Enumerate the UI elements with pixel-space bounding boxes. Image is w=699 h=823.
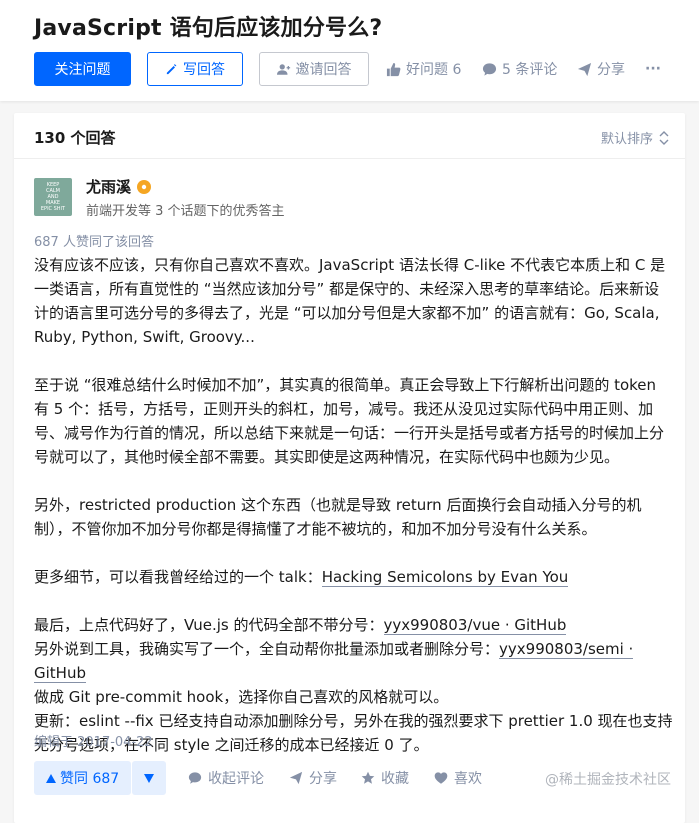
paragraph-4-text: 更多细节，可以看我曾经给过的一个 talk： [34, 568, 322, 586]
star-icon [361, 771, 375, 784]
share-question-label: 分享 [597, 62, 625, 78]
answers-header: 130 个回答 默认排序 [14, 113, 685, 159]
collapse-comments-button[interactable]: 收起评论 [188, 761, 264, 795]
write-answer-label: 写回答 [183, 62, 225, 78]
heart-icon [434, 772, 448, 784]
author-name[interactable]: 尤雨溪 [86, 176, 131, 197]
comments-button[interactable]: 5 条评论 [482, 52, 557, 86]
paragraph-1: 没有应该不应该，只有你自己喜欢不喜欢。JavaScript 语法长得 C-lik… [34, 256, 666, 346]
upvote-label: 赞同 687 [60, 771, 120, 787]
paragraph-5-line-1-text: 最后，上点代码好了，Vue.js 的代码全部不带分号： [34, 616, 384, 634]
favorite-label: 收藏 [381, 771, 409, 787]
upvote-button[interactable]: 赞同 687 [34, 761, 132, 795]
answer-actions: 赞同 687 收起评论 分享 收藏 喜欢 @稀土掘金技术社区 [14, 761, 685, 799]
answer-content: 没有应该不应该，只有你自己喜欢不喜欢。JavaScript 语法长得 C-lik… [34, 253, 674, 757]
collapse-comments-label: 收起评论 [208, 771, 264, 787]
paragraph-5-line-2-text: 另外说到工具，我确实写了一个，全自动帮你批量添加或者删除分号： [34, 640, 500, 658]
avatar-text-5: EPIC SHIT [40, 206, 66, 212]
invite-answer-label: 邀请回答 [295, 62, 352, 78]
invite-answer-button[interactable]: 邀请回答 [259, 52, 369, 86]
like-button[interactable]: 喜欢 [434, 761, 482, 795]
follow-question-label: 关注问题 [54, 62, 111, 78]
author-avatar[interactable]: KEEP CALM AND MAKE EPIC SHIT [34, 178, 72, 216]
triangle-up-icon [46, 773, 56, 783]
good-question-label: 好问题 6 [406, 62, 462, 78]
thumbs-up-icon [386, 62, 401, 76]
pencil-icon [166, 63, 177, 74]
paragraph-2: 至于说 “很难总结什么时候加不加”，其实真的很简单。真正会导致上下行解析出问题的… [34, 376, 665, 466]
share-icon [289, 771, 303, 785]
share-answer-label: 分享 [309, 771, 337, 787]
question-title: JavaScript 语句后应该加分号么? [34, 16, 383, 41]
talk-link[interactable]: Hacking Semicolons by Evan You [321, 568, 569, 587]
answer-count: 130 个回答 [34, 129, 116, 147]
author-bio: 前端开发等 3 个话题下的优秀答主 [86, 204, 285, 219]
follow-question-button[interactable]: 关注问题 [34, 52, 131, 86]
vue-github-link[interactable]: yyx990803/vue · GitHub [383, 616, 567, 635]
sort-dropdown[interactable]: 默认排序 [601, 128, 669, 147]
more-options-button[interactable]: ··· [645, 52, 661, 86]
question-actions: 关注问题 写回答 邀请回答 好问题 6 5 条评论 分享 ··· [34, 52, 694, 86]
answer-card: 130 个回答 默认排序 KEEP CALM AND MAKE EPIC SHI… [14, 113, 685, 823]
watermark: @稀土掘金技术社区 [545, 772, 671, 788]
add-user-icon [276, 63, 290, 75]
share-question-button[interactable]: 分享 [577, 52, 625, 86]
downvote-button[interactable] [132, 761, 166, 795]
paragraph-5-line-1: 最后，上点代码好了，Vue.js 的代码全部不带分号：yyx990803/vue… [34, 613, 674, 637]
edited-date: 编辑于 2017-04-22 [34, 735, 153, 750]
write-answer-button[interactable]: 写回答 [147, 52, 243, 86]
comment-icon [482, 62, 497, 76]
triangle-down-icon [144, 773, 154, 783]
sort-label: 默认排序 [600, 132, 653, 147]
badge-icon [137, 179, 152, 194]
sort-icon [659, 130, 669, 145]
comment-icon [188, 772, 202, 784]
author-info: 尤雨溪 [86, 176, 152, 197]
question-header: JavaScript 语句后应该加分号么? 关注问题 写回答 邀请回答 好问题 … [0, 0, 699, 101]
voters-count: 687 人赞同了该回答 [34, 235, 154, 250]
like-label: 喜欢 [454, 771, 482, 787]
paragraph-5-line-3: 做成 Git pre-commit hook，选择你自己喜欢的风格就可以。 [34, 688, 449, 706]
paragraph-5-line-2: 另外说到工具，我确实写了一个，全自动帮你批量添加或者删除分号：yyx990803… [34, 637, 674, 685]
more-icon: ··· [645, 61, 661, 77]
favorite-button[interactable]: 收藏 [361, 761, 409, 795]
share-icon [577, 62, 592, 76]
paragraph-3: 另外，restricted production 这个东西（也就是导致 retu… [34, 496, 642, 538]
share-answer-button[interactable]: 分享 [289, 761, 337, 795]
good-question-button[interactable]: 好问题 6 [386, 52, 461, 86]
comments-label: 5 条评论 [502, 62, 558, 78]
paragraph-4: 更多细节，可以看我曾经给过的一个 talk：Hacking Semicolons… [34, 565, 674, 589]
